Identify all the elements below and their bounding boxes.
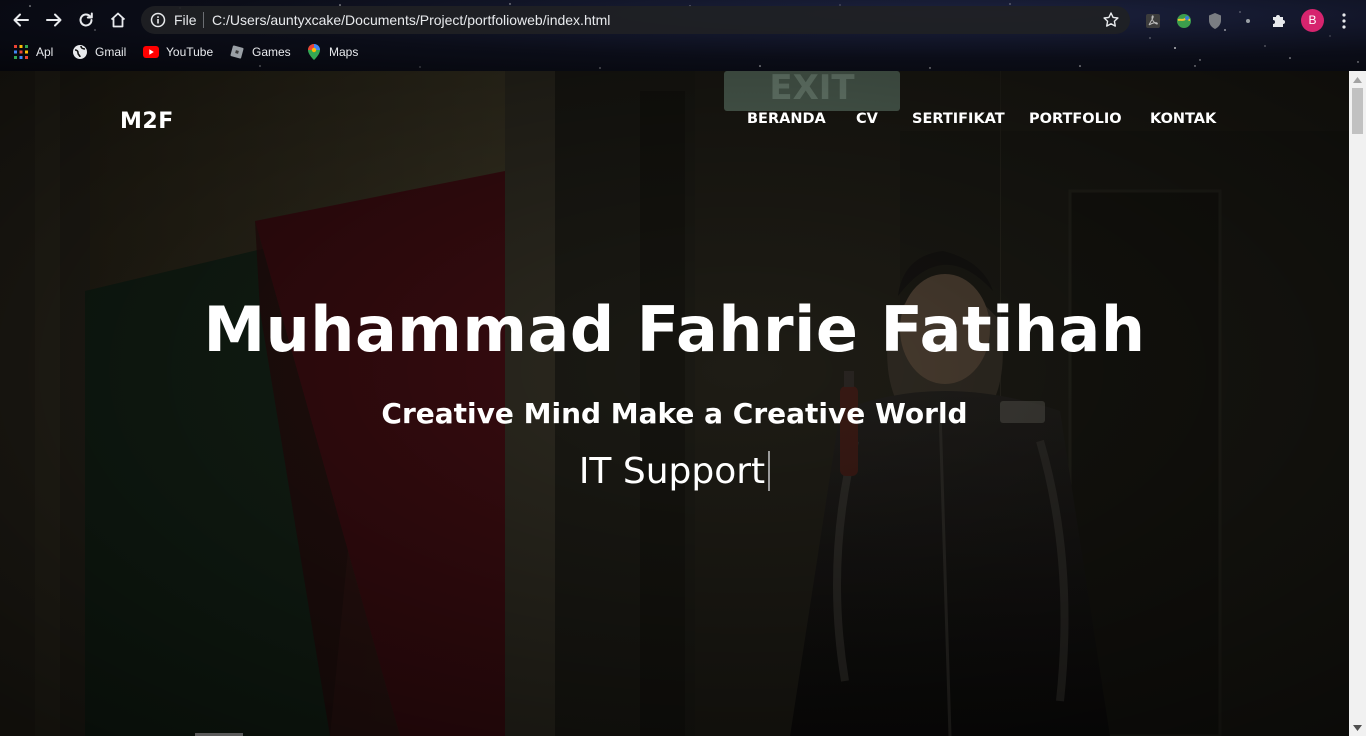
- bookmark-label: YouTube: [166, 45, 214, 59]
- reload-button[interactable]: [72, 6, 100, 34]
- url-text[interactable]: C:/Users/auntyxcake/Documents/Project/po…: [212, 12, 610, 28]
- hero-tagline: Creative Mind Make a Creative World: [381, 397, 968, 430]
- nav-link-beranda[interactable]: BERANDA: [747, 111, 826, 127]
- bookmark-gmail[interactable]: Gmail: [72, 40, 126, 64]
- profile-avatar[interactable]: B: [1301, 9, 1324, 32]
- site-navbar: M2F BERANDA CV SERTIFIKAT PORTFOLIO KONT…: [0, 71, 1349, 171]
- site-logo[interactable]: M2F: [120, 109, 174, 134]
- nav-link-sertifikat[interactable]: SERTIFIKAT: [912, 111, 1005, 127]
- back-button[interactable]: [7, 6, 35, 34]
- hero-role-line: IT Support: [0, 451, 1349, 492]
- scrollbar-thumb[interactable]: [1352, 88, 1363, 134]
- caret-up-icon: [1353, 76, 1362, 83]
- forward-button[interactable]: [40, 6, 68, 34]
- bookmark-label: Games: [252, 45, 291, 59]
- globe-icon: [72, 44, 88, 60]
- scheme-label: File: [174, 12, 197, 28]
- apps-grid-icon: [13, 44, 29, 60]
- bookmark-youtube[interactable]: YouTube: [143, 40, 213, 64]
- home-icon: [110, 12, 126, 28]
- dot-icon: [1246, 19, 1250, 23]
- address-bar[interactable]: File C:/Users/auntyxcake/Documents/Proje…: [141, 6, 1130, 34]
- arrow-right-icon: [46, 13, 62, 27]
- shield-icon: [1209, 13, 1221, 29]
- hero-name: Muhammad Fahrie Fatihah: [203, 293, 1146, 366]
- bookmarks-bar: Apl Gmail YouTube Games Maps: [0, 40, 1366, 64]
- nav-link-portfolio[interactable]: PORTFOLIO: [1029, 111, 1122, 127]
- browser-toolbar: File C:/Users/auntyxcake/Documents/Proje…: [0, 4, 1366, 36]
- bookmark-maps[interactable]: Maps: [306, 40, 358, 64]
- browser-chrome: File C:/Users/auntyxcake/Documents/Proje…: [0, 0, 1366, 71]
- nav-link-cv[interactable]: CV: [856, 111, 878, 127]
- pdf-icon: [1146, 14, 1160, 28]
- more-vert-icon[interactable]: [1340, 12, 1348, 30]
- bookmark-star-icon[interactable]: [1102, 11, 1120, 29]
- maps-pin-icon: [306, 44, 322, 60]
- typing-cursor: [768, 451, 771, 491]
- nav-link-kontak[interactable]: KONTAK: [1150, 111, 1216, 127]
- puzzle-icon: [1273, 15, 1285, 27]
- globe-color-icon: [1177, 14, 1191, 28]
- youtube-icon: [143, 44, 159, 60]
- omnibox-divider: [203, 12, 204, 28]
- bookmark-label: Apl: [36, 45, 54, 59]
- dot-extension-icon[interactable]: [1239, 12, 1257, 30]
- scroll-up-button[interactable]: [1349, 71, 1366, 88]
- scroll-down-button[interactable]: [1349, 719, 1366, 736]
- hero-role: IT Support: [578, 451, 766, 492]
- reload-icon: [79, 12, 93, 27]
- home-button[interactable]: [104, 6, 132, 34]
- bookmark-label: Maps: [329, 45, 359, 59]
- bookmark-label: Gmail: [95, 45, 127, 59]
- extensions-button[interactable]: [1270, 12, 1288, 30]
- bookmark-games[interactable]: Games: [229, 40, 291, 64]
- page-viewport: EXIT M2F BERANDA CV SERTIFIKAT PORTFOLIO…: [0, 71, 1349, 736]
- bookmark-apps[interactable]: Apl: [13, 40, 53, 64]
- globe-extension-icon[interactable]: [1175, 12, 1193, 30]
- arrow-left-icon: [13, 13, 29, 27]
- info-icon[interactable]: [150, 12, 166, 28]
- vertical-scrollbar[interactable]: [1349, 71, 1366, 736]
- pdf-extension-icon[interactable]: [1144, 12, 1162, 30]
- caret-down-icon: [1353, 724, 1362, 731]
- games-icon: [229, 44, 245, 60]
- shield-extension-icon[interactable]: [1206, 12, 1224, 30]
